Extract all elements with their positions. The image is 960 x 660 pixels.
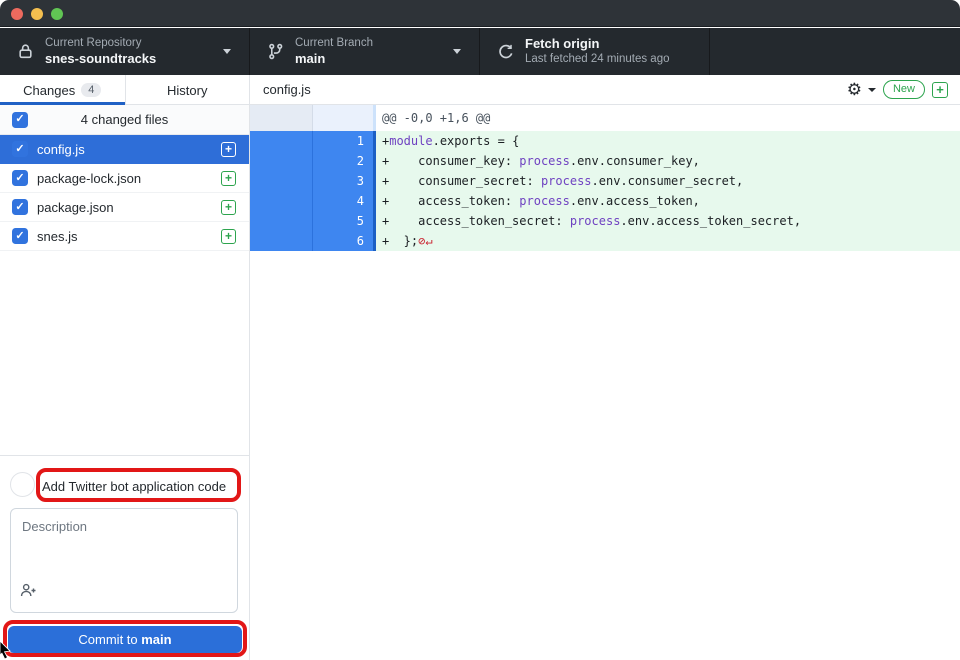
diff-lines: 1+module.exports = {2+ consumer_key: pro… <box>250 131 960 251</box>
hunk-header-text: @@ -0,0 +1,6 @@ <box>376 105 960 131</box>
fetch-origin-button[interactable]: Fetch origin Last fetched 24 minutes ago <box>480 28 710 75</box>
diff-line[interactable]: 6+ };⊘↵ <box>250 231 960 251</box>
commit-button[interactable]: Commit to main <box>8 626 242 653</box>
tab-history[interactable]: History <box>125 75 250 105</box>
gutter-old[interactable] <box>250 231 313 251</box>
added-file-icon: + <box>221 229 236 244</box>
commit-button-label: Commit to <box>78 632 141 647</box>
toolbar: Current Repository snes-soundtracks Curr… <box>0 28 960 75</box>
new-badge: New <box>883 80 925 98</box>
gear-icon[interactable]: ⚙ <box>847 81 862 98</box>
branch-name: main <box>295 51 373 67</box>
commit-button-branch: main <box>141 632 171 647</box>
description-box <box>10 508 238 613</box>
check-icon: ✓ <box>15 231 24 242</box>
sidebar-tabbar: Changes 4 History <box>0 75 249 105</box>
commit-panel: Commit to main <box>0 455 249 660</box>
gutter-old[interactable] <box>250 191 313 211</box>
changed-files-header[interactable]: ✓ 4 changed files <box>0 105 249 135</box>
added-file-icon: + <box>221 142 236 157</box>
file-row[interactable]: ✓ snes.js+ <box>0 222 249 251</box>
diff-body: @@ -0,0 +1,6 @@ 1+module.exports = {2+ c… <box>250 105 960 251</box>
hunk-header-row[interactable]: @@ -0,0 +1,6 @@ <box>250 105 960 131</box>
file-list: ✓config.js+✓package-lock.json+✓package.j… <box>0 135 249 251</box>
repository-name: snes-soundtracks <box>45 51 156 67</box>
gutter-old[interactable] <box>250 131 313 151</box>
fetch-title: Fetch origin <box>525 36 670 52</box>
fetch-subtitle: Last fetched 24 minutes ago <box>525 52 670 66</box>
code-text: + access_token: process.env.access_token… <box>376 191 960 211</box>
line-number[interactable]: 5 <box>313 211 373 231</box>
gutter-old <box>250 105 313 131</box>
diff-pane: config.js ⚙ New + @@ -0,0 +1,6 @@ 1+modu… <box>250 75 960 660</box>
diff-file-title: config.js <box>263 82 847 97</box>
code-text: + access_token_secret: process.env.acces… <box>376 211 960 231</box>
line-number[interactable]: 2 <box>313 151 373 171</box>
chevron-down-icon <box>453 49 461 54</box>
file-checkbox[interactable]: ✓ <box>12 170 28 186</box>
file-name: config.js <box>37 142 221 157</box>
file-checkbox[interactable]: ✓ <box>12 141 28 157</box>
file-name: package.json <box>37 200 221 215</box>
commit-summary-input[interactable] <box>42 475 234 497</box>
gutter-old[interactable] <box>250 151 313 171</box>
sync-icon <box>497 43 514 60</box>
chevron-down-icon <box>223 49 231 54</box>
code-text: +module.exports = { <box>376 131 960 151</box>
repository-label: Current Repository <box>45 36 156 50</box>
line-number[interactable]: 4 <box>313 191 373 211</box>
commit-description-input[interactable] <box>13 511 227 586</box>
diff-line[interactable]: 4+ access_token: process.env.access_toke… <box>250 191 960 211</box>
added-file-status-icon: + <box>932 82 948 98</box>
diff-header: config.js ⚙ New + <box>250 75 960 105</box>
file-name: package-lock.json <box>37 171 221 186</box>
tab-changes[interactable]: Changes 4 <box>0 75 125 105</box>
chevron-down-icon[interactable] <box>868 88 876 92</box>
diff-line[interactable]: 2+ consumer_key: process.env.consumer_ke… <box>250 151 960 171</box>
code-text: + };⊘↵ <box>376 231 960 251</box>
changed-files-count: 4 changed files <box>0 112 249 127</box>
gutter-new <box>313 105 373 131</box>
github-desktop-window: Current Repository snes-soundtracks Curr… <box>0 0 960 660</box>
tab-history-label: History <box>167 83 207 98</box>
avatar <box>10 472 35 497</box>
diff-line[interactable]: 3+ consumer_secret: process.env.consumer… <box>250 171 960 191</box>
changes-count-badge: 4 <box>81 83 101 97</box>
line-number[interactable]: 3 <box>313 171 373 191</box>
file-row[interactable]: ✓ config.js+ <box>0 135 249 164</box>
current-branch-dropdown[interactable]: Current Branch main <box>250 28 480 75</box>
file-checkbox[interactable]: ✓ <box>12 199 28 215</box>
current-repository-dropdown[interactable]: Current Repository snes-soundtracks <box>0 28 250 75</box>
lock-icon <box>17 43 34 60</box>
gutter-old[interactable] <box>250 211 313 231</box>
zoom-button[interactable] <box>51 8 63 20</box>
add-coauthor-icon[interactable] <box>20 582 37 604</box>
added-file-icon: + <box>221 171 236 186</box>
added-file-icon: + <box>221 200 236 215</box>
check-icon: ✓ <box>15 202 24 213</box>
check-icon: ✓ <box>15 173 24 184</box>
file-row[interactable]: ✓ package-lock.json+ <box>0 164 249 193</box>
minimize-button[interactable] <box>31 8 43 20</box>
diff-line[interactable]: 5+ access_token_secret: process.env.acce… <box>250 211 960 231</box>
line-number[interactable]: 1 <box>313 131 373 151</box>
close-button[interactable] <box>11 8 23 20</box>
file-name: snes.js <box>37 229 221 244</box>
branch-label: Current Branch <box>295 36 373 50</box>
check-icon: ✓ <box>15 144 24 155</box>
tab-changes-label: Changes <box>23 83 75 98</box>
title-bar <box>0 0 960 27</box>
code-text: + consumer_key: process.env.consumer_key… <box>376 151 960 171</box>
diff-line[interactable]: 1+module.exports = { <box>250 131 960 151</box>
mouse-cursor <box>0 641 14 660</box>
code-text: + consumer_secret: process.env.consumer_… <box>376 171 960 191</box>
gutter-old[interactable] <box>250 171 313 191</box>
file-checkbox[interactable]: ✓ <box>12 228 28 244</box>
line-number[interactable]: 6 <box>313 231 373 251</box>
git-branch-icon <box>267 43 284 60</box>
changes-sidebar: Changes 4 History ✓ 4 changed files ✓ con… <box>0 75 250 660</box>
file-row[interactable]: ✓ package.json+ <box>0 193 249 222</box>
